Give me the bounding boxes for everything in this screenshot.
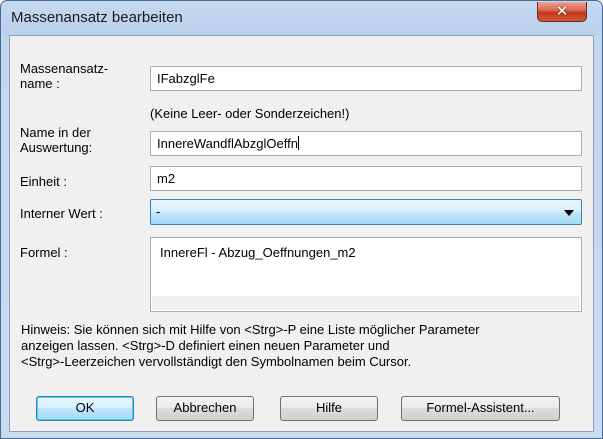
hint-line-1: Hinweis: Sie können sich mit Hilfe von <… [21,322,480,337]
title-bar[interactable]: Massenansatz bearbeiten ✕ [1,1,602,35]
hint-text: Hinweis: Sie können sich mit Hilfe von <… [21,322,586,370]
close-icon: ✕ [555,2,569,20]
ok-button[interactable]: OK [36,396,134,421]
text-cursor [297,136,299,150]
chevron-down-icon [564,210,574,216]
unit-label: Einheit : [20,174,67,189]
help-button[interactable]: Hilfe [280,396,378,421]
internal-value-select[interactable]: - [150,199,582,225]
eval-label-line2: Auswertung: [20,140,93,155]
internal-value-selected: - [156,204,161,219]
formula-value: InnereFl - Abzug_Oeffnungen_m2 [160,245,356,260]
eval-name-value: InnereWandflAbzglOeffn [157,136,298,151]
dialog-window: Massenansatz bearbeiten ✕ Massenansatz- … [0,0,603,439]
name-input[interactable]: IFabzglFe [150,66,582,91]
cancel-button[interactable]: Abbrechen [156,396,254,421]
name-label-line2: name : [20,76,60,91]
formula-assistant-button[interactable]: Formel-Assistent... [401,396,560,421]
name-label: Massenansatz- name : [20,61,108,91]
formula-scrollbar[interactable] [152,296,580,310]
close-button[interactable]: ✕ [537,2,587,22]
formula-label: Formel : [20,245,68,260]
name-label-line1: Massenansatz- [20,61,109,76]
eval-label-line1: Name in der [20,125,91,140]
eval-name-input[interactable]: InnereWandflAbzglOeffn [150,131,582,156]
eval-label: Name in der Auswertung: [20,125,92,155]
dialog-title: Massenansatz bearbeiten [11,9,183,26]
unit-input[interactable]: m2 [150,166,582,191]
hint-line-3: <Strg>-Leerzeichen vervollständigt den S… [21,354,412,369]
formula-input[interactable]: InnereFl - Abzug_Oeffnungen_m2 [150,237,582,312]
internal-value-label: Interner Wert : [20,206,103,221]
name-hint: (Keine Leer- oder Sonderzeichen!) [150,106,350,121]
dialog-body: Massenansatz- name : IFabzglFe (Keine Le… [9,35,594,432]
hint-line-2: anzeigen lassen. <Strg>-D definiert eine… [21,338,390,353]
